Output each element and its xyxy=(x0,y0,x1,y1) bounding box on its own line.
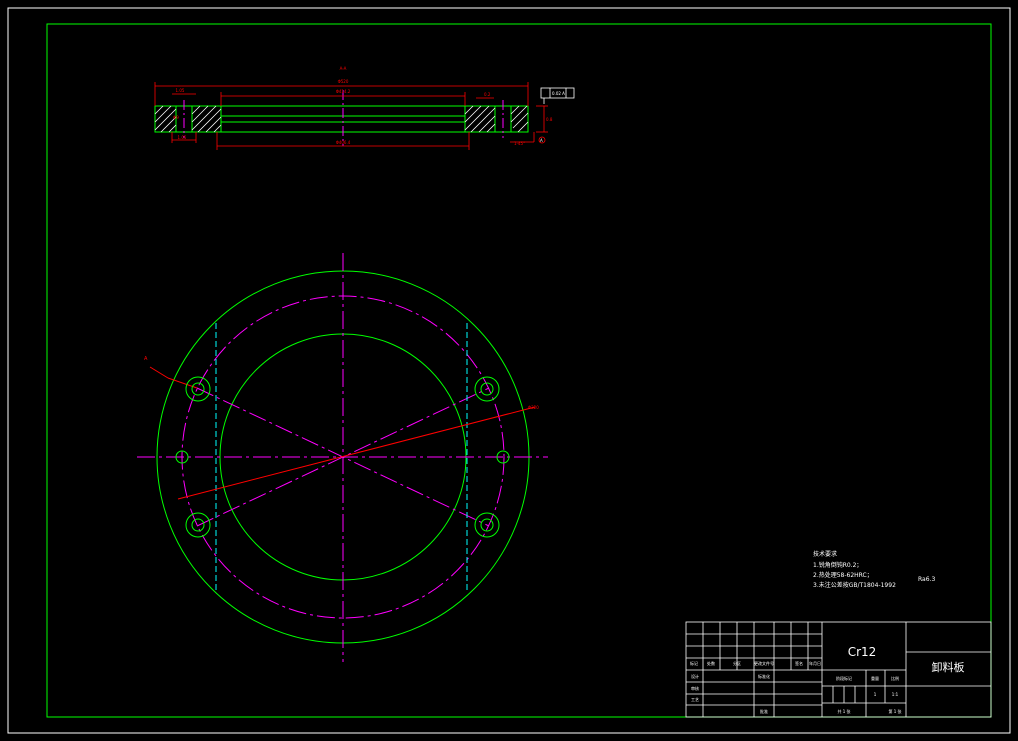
cad-drawing-canvas: A-A Φ520 Φ414.2 Φ406.4 1.05 1.05 Φ9 0.8 … xyxy=(7,7,1011,734)
right-angle-dim: 1-45° xyxy=(514,141,525,146)
designer-label: 设计 xyxy=(691,673,699,679)
inner-top-diameter-dim: Φ414.2 xyxy=(336,89,351,94)
header-signature: 签名 xyxy=(795,660,803,666)
datum-label: A xyxy=(540,138,543,143)
overall-diameter-dim: Φ520 xyxy=(338,79,349,84)
checker-label: 审核 xyxy=(691,685,699,691)
inner-drawing-frame xyxy=(46,23,992,718)
slot-dim-top: 1.05 xyxy=(176,88,185,93)
header-change-doc: 更改文件号 xyxy=(754,660,774,666)
process-label: 工艺 xyxy=(691,697,699,702)
section-label: A-A xyxy=(340,66,347,71)
technical-notes: 技术要求 1.锐角倒钝R0.2； 2.热处理58-62HRC； 3.未注公差按G… xyxy=(813,550,935,589)
section-hatching xyxy=(154,105,529,133)
note-3: 3.未注公差按GB/T1804-1992 xyxy=(813,581,896,589)
note-2: 2.热处理58-62HRC； xyxy=(813,571,873,579)
roughness-symbol: Ra6.3 xyxy=(918,576,935,583)
hole-side-dim: Φ9 xyxy=(173,115,179,120)
inner-bottom-diameter-dim: Φ406.4 xyxy=(336,140,351,145)
header-count: 处数 xyxy=(707,660,715,666)
tolerance-frame-text: 0.02 A xyxy=(552,91,565,96)
slot-dim-bottom: 1.05 xyxy=(178,135,187,140)
chamfer-dim: 0.2 xyxy=(484,92,491,97)
outer-sheet-border xyxy=(7,7,1011,734)
note-1: 1.锐角倒钝R0.2； xyxy=(813,561,862,569)
stage-label: 阶段标记 xyxy=(836,675,852,681)
approve-label: 批准 xyxy=(760,708,768,714)
header-mark: 标记 xyxy=(690,660,698,666)
notes-title: 技术要求 xyxy=(813,550,837,558)
scale-label: 比例 xyxy=(891,675,899,681)
plan-view: A Φ320 xyxy=(137,253,548,662)
part-name: 卸料板 xyxy=(932,660,965,674)
material-label: Cr12 xyxy=(848,645,877,659)
weight-label: 重量 xyxy=(871,675,879,681)
sheets-total: 共 1 张 xyxy=(837,708,850,714)
scale-value: 1:1 xyxy=(892,692,899,697)
weight-value: 1 xyxy=(874,692,877,697)
plan-dim-label: Φ320 xyxy=(528,405,539,410)
section-marker-left: A xyxy=(144,356,148,362)
header-zone: 分区 xyxy=(733,660,741,666)
standardization-label: 标准化 xyxy=(758,673,770,679)
section-view: A-A Φ520 Φ414.2 Φ406.4 1.05 1.05 Φ9 0.8 … xyxy=(154,66,575,150)
sheet-number: 第 1 张 xyxy=(888,708,901,714)
thickness-dim: 0.8 xyxy=(546,117,553,122)
header-date: 年月日 xyxy=(809,660,821,666)
title-block-text: Cr12 卸料板 标记 处数 分区 更改文件号 签名 年月日 设计 标准化 审核… xyxy=(690,645,965,714)
